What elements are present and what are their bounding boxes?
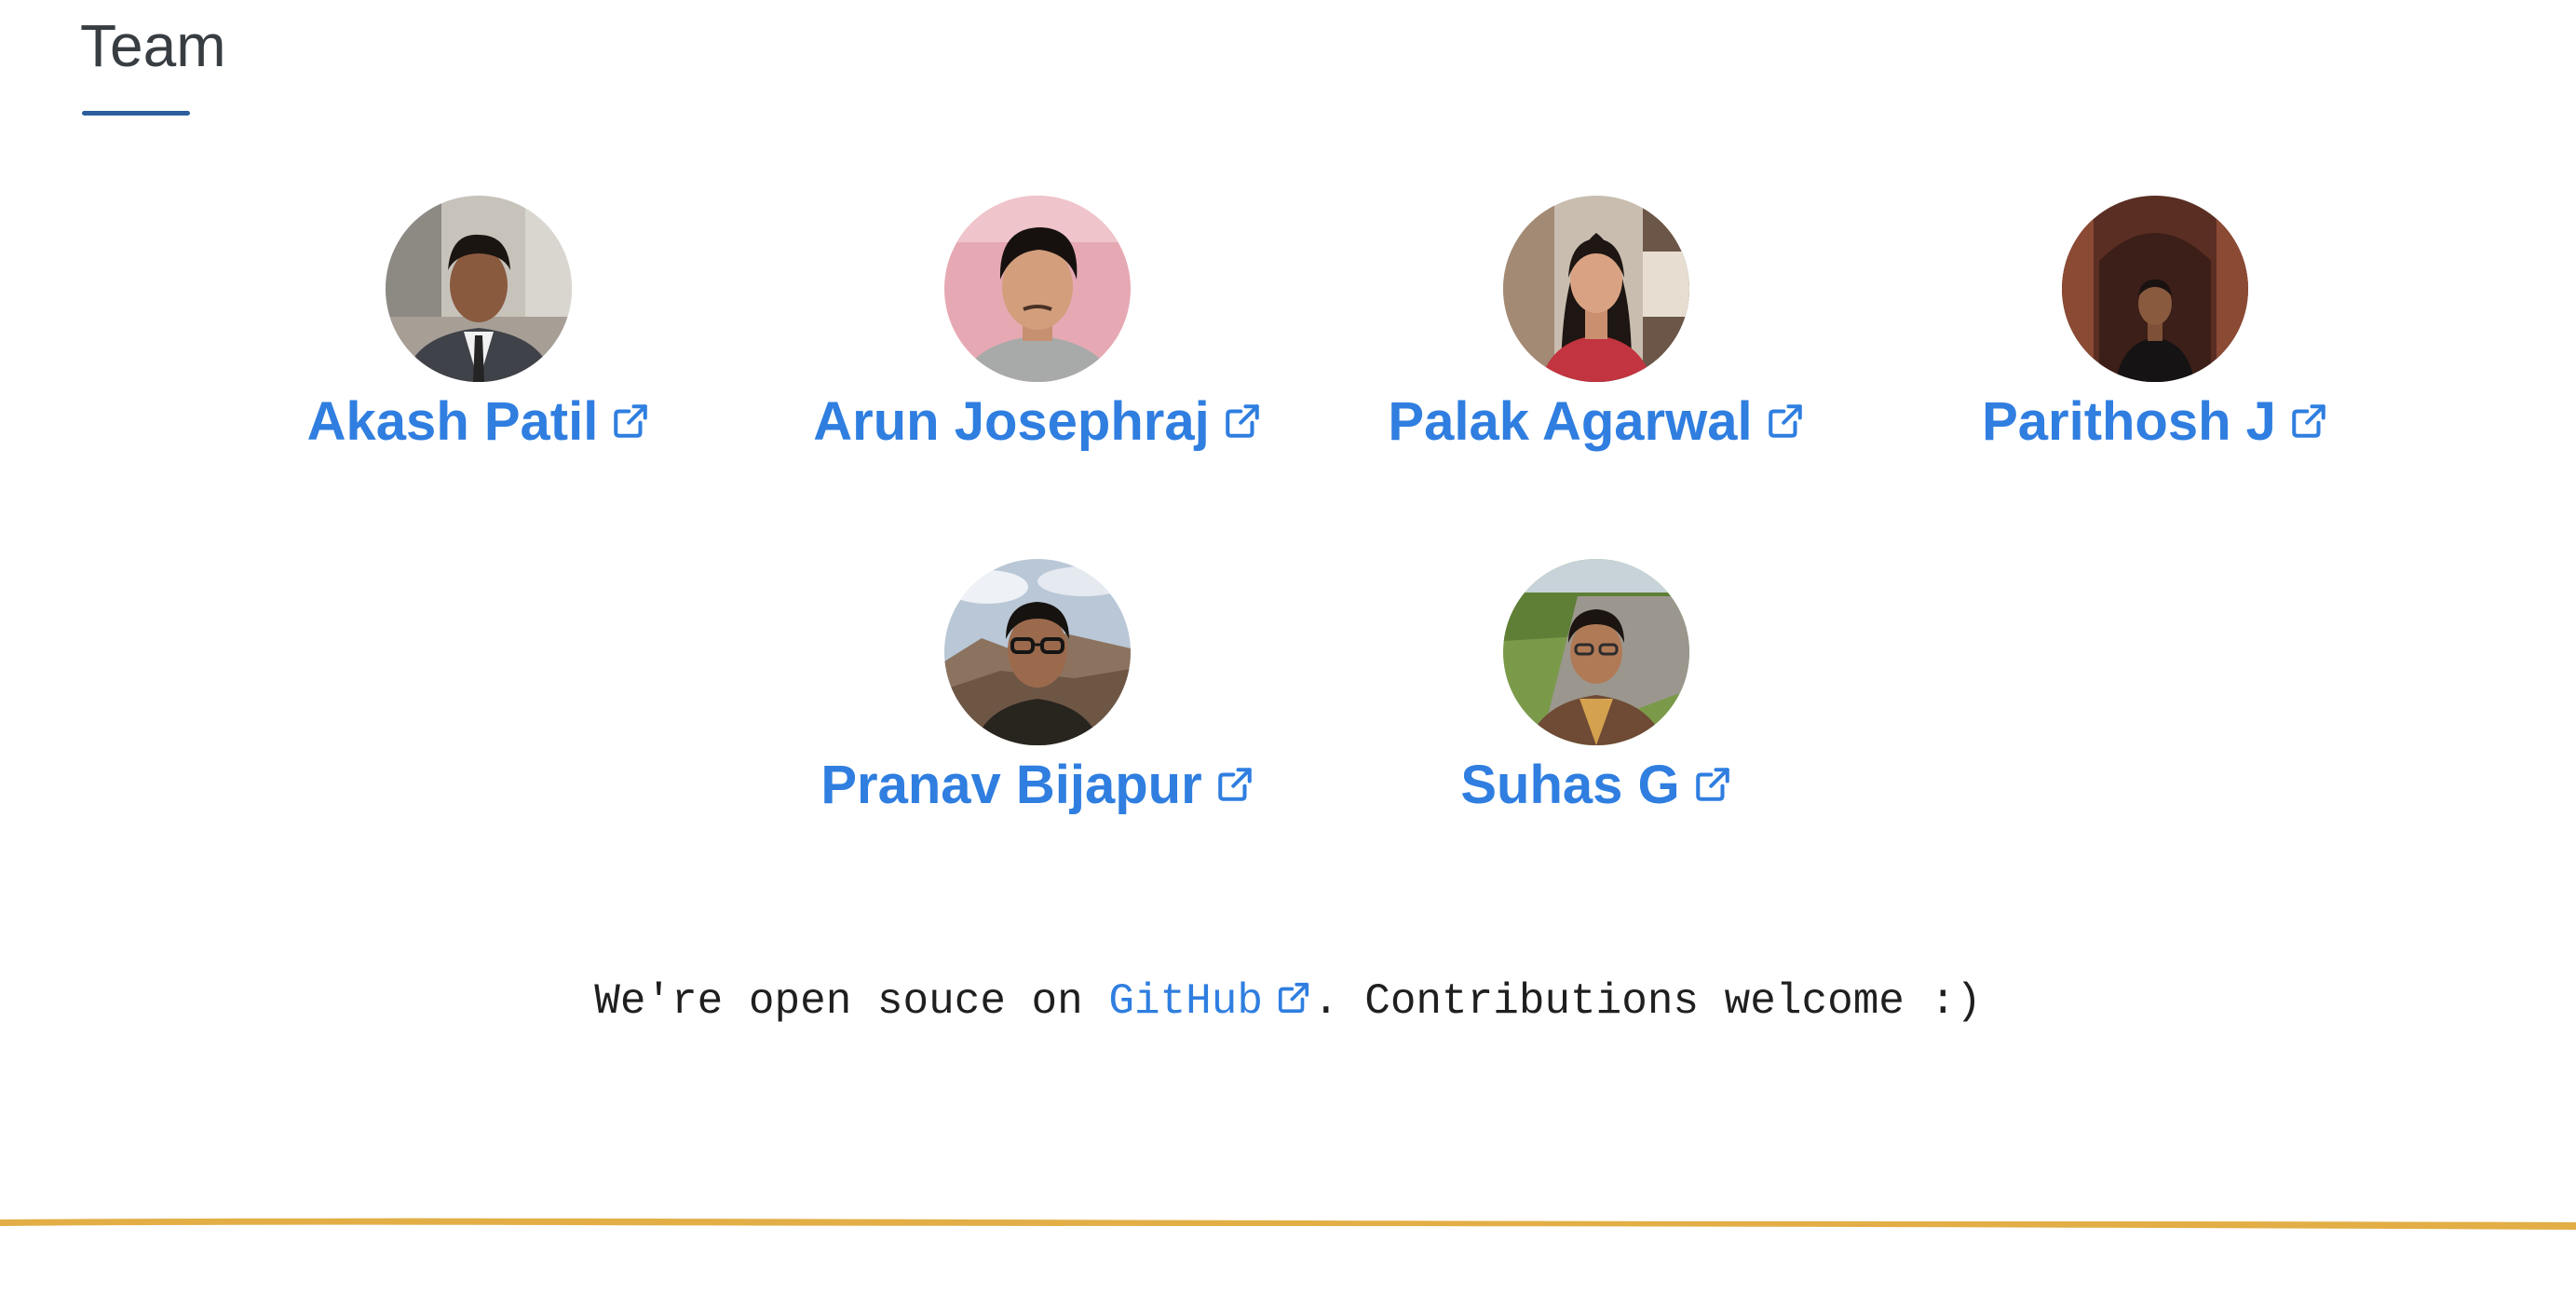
member-link-palak-agarwal[interactable]: Palak Agarwal <box>1317 389 1876 455</box>
team-member-card: Palak Agarwal <box>1317 196 1876 503</box>
member-name: Pranav Bijapur <box>820 755 1202 815</box>
external-link-icon <box>1693 765 1732 804</box>
member-avatar-palak-agarwal[interactable] <box>1503 196 1689 382</box>
person-photo-avatar <box>944 559 1131 745</box>
member-link-suhas-g[interactable]: Suhas G <box>1317 753 1876 818</box>
member-avatar-suhas-g[interactable] <box>1503 559 1689 745</box>
footer-brush-divider <box>0 1218 2576 1230</box>
member-link-pranav-bijapur[interactable]: Pranav Bijapur <box>758 753 1317 818</box>
github-link[interactable]: GitHub <box>1108 977 1313 1026</box>
external-link-icon <box>1276 980 1311 1015</box>
member-name: Parithosh J <box>1982 391 2276 452</box>
member-link-parithosh-j[interactable]: Parithosh J <box>1876 389 2434 455</box>
open-source-suffix: . Contributions welcome :) <box>1313 977 1982 1026</box>
title-underline <box>82 111 190 116</box>
person-photo-avatar <box>1503 196 1689 382</box>
external-link-icon <box>1223 402 1262 441</box>
team-member-card: Pranav Bijapur <box>758 559 1317 866</box>
section-title: Team <box>80 12 226 79</box>
member-link-arun-josephraj[interactable]: Arun Josephraj <box>758 389 1317 455</box>
team-member-card: Suhas G <box>1317 559 1876 866</box>
member-link-akash-patil[interactable]: Akash Patil <box>199 389 758 455</box>
github-link-label: GitHub <box>1108 977 1263 1026</box>
person-photo-avatar <box>1503 559 1689 745</box>
open-source-prefix: We're open souce on <box>594 977 1109 1026</box>
member-avatar-pranav-bijapur[interactable] <box>944 559 1131 745</box>
member-name: Palak Agarwal <box>1388 391 1753 452</box>
member-name: Suhas G <box>1460 755 1680 815</box>
member-avatar-akash-patil[interactable] <box>386 196 572 382</box>
person-photo-avatar <box>386 196 572 382</box>
team-member-card: Arun Josephraj <box>758 196 1317 503</box>
member-name: Akash Patil <box>306 391 599 452</box>
member-avatar-parithosh-j[interactable] <box>2062 196 2248 382</box>
external-link-icon <box>611 402 650 441</box>
external-link-icon <box>1215 765 1254 804</box>
open-source-note: We're open souce on GitHub . Contribution… <box>0 969 2576 1034</box>
person-photo-avatar <box>944 196 1131 382</box>
member-avatar-arun-josephraj[interactable] <box>944 196 1131 382</box>
team-member-card: Parithosh J <box>1876 196 2434 503</box>
external-link-icon <box>1766 402 1805 441</box>
team-member-card: Akash Patil <box>199 196 758 503</box>
person-photo-avatar <box>2062 196 2248 382</box>
member-name: Arun Josephraj <box>813 391 1210 452</box>
external-link-icon <box>2289 402 2328 441</box>
